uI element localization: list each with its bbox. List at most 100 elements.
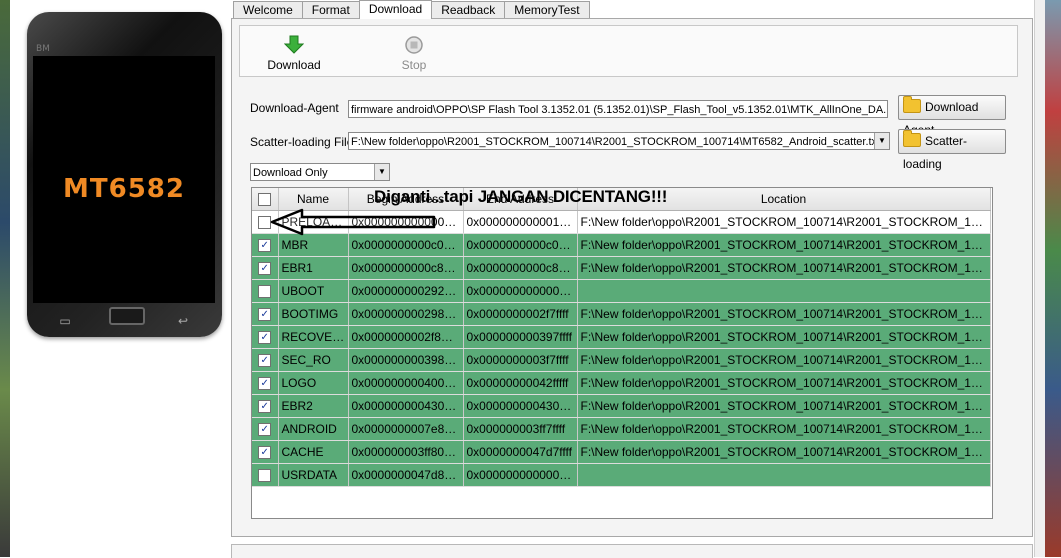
cell-begin-address: 0x0000000000c80000 — [348, 256, 464, 280]
cell-location: F:\New folder\oppo\R2001_STOCKROM_100714… — [577, 325, 991, 349]
checkbox-checked[interactable]: ✓ — [258, 377, 272, 391]
table-row[interactable]: ✓ EBR1 0x0000000000c80000 0x0000000000c801f… — [252, 256, 991, 280]
download-agent-field[interactable]: firmware android\OPPO\SP Flash Tool 3.13… — [348, 100, 888, 118]
phone-illustration: BM MT6582 ▭ ↩ — [27, 12, 222, 337]
cell-name: LOGO — [278, 371, 349, 395]
cell-begin-address: 0x000000003ff80000 — [348, 440, 464, 464]
download-agent-label: Download-Agent — [250, 101, 339, 115]
toolbar: Download Stop — [239, 25, 1018, 77]
table-row[interactable]: ✓ BOOTIMG 0x0000000002980000 0x0000000002f7… — [252, 302, 991, 326]
checkbox-checked[interactable]: ✓ — [258, 308, 272, 322]
desktop-left-edge — [0, 0, 10, 557]
cell-location: F:\New folder\oppo\R2001_STOCKROM_100714… — [577, 394, 991, 418]
download-button[interactable]: Download — [264, 35, 324, 72]
table-row[interactable]: ✓ CACHE 0x000000003ff80000 0x0000000047d7ff… — [252, 440, 991, 464]
cell-name: SEC_RO — [278, 348, 349, 372]
checkbox-unchecked[interactable] — [258, 285, 272, 299]
cell-end-address: 0x0000000047d7ffff — [463, 440, 578, 464]
tab-format[interactable]: Format — [301, 1, 360, 18]
download-agent-button[interactable]: Download Agent — [898, 95, 1006, 137]
checkbox-checked[interactable]: ✓ — [258, 331, 272, 345]
cell-end-address: 0x0000000000c801ff — [463, 256, 578, 280]
cell-name: BOOTIMG — [278, 302, 349, 326]
row-checkbox-cell[interactable]: ✓ — [252, 394, 279, 418]
download-panel: Download Stop Download-Agent firmware an… — [231, 18, 1033, 537]
cell-end-address: 0x0000000000000000 — [463, 279, 578, 303]
stop-label: Stop — [401, 58, 427, 72]
cell-name: ANDROID — [278, 417, 349, 441]
row-checkbox-cell[interactable]: ✓ — [252, 371, 279, 395]
menu-icon: ▭ — [59, 314, 71, 328]
cell-location: F:\New folder\oppo\R2001_STOCKROM_100714… — [577, 210, 991, 234]
cell-location: F:\New folder\oppo\R2001_STOCKROM_100714… — [577, 440, 991, 464]
cell-end-address: 0x0000000000000000 — [463, 463, 578, 487]
row-checkbox-cell[interactable]: ✓ — [252, 302, 279, 326]
checkbox-checked[interactable]: ✓ — [258, 354, 272, 368]
row-checkbox-cell[interactable]: ✓ — [252, 417, 279, 441]
cell-location: F:\New folder\oppo\R2001_STOCKROM_100714… — [577, 348, 991, 372]
back-icon: ↩ — [177, 314, 189, 328]
phone-brand: BM — [36, 44, 50, 54]
scatter-loading-button[interactable]: Scatter-loading — [898, 129, 1006, 171]
stop-button[interactable]: Stop — [384, 35, 444, 72]
scatter-loading-value: F:\New folder\oppo\R2001_STOCKROM_100714… — [351, 136, 881, 148]
cell-location: F:\New folder\oppo\R2001_STOCKROM_100714… — [577, 256, 991, 280]
cell-end-address: 0x000000000397ffff — [463, 325, 578, 349]
table-row[interactable]: UBOOT 0x0000000002920000 0x000000000000000… — [252, 279, 991, 303]
phone-model-label: MT6582 — [63, 174, 185, 204]
download-label: Download — [267, 58, 321, 72]
checkbox-checked[interactable]: ✓ — [258, 400, 272, 414]
cell-begin-address: 0x0000000007e80000 — [348, 417, 464, 441]
table-row[interactable]: ✓ LOGO 0x0000000004000000 0x00000000042ffff… — [252, 371, 991, 395]
annotation-arrow-icon — [270, 208, 436, 236]
checkbox-checked[interactable]: ✓ — [258, 423, 272, 437]
row-checkbox-cell[interactable]: ✓ — [252, 348, 279, 372]
cell-begin-address: 0x0000000004000000 — [348, 371, 464, 395]
folder-icon — [903, 96, 921, 113]
home-button-icon — [109, 307, 145, 325]
cell-end-address: 0x00000000042fffff — [463, 371, 578, 395]
chevron-down-icon[interactable]: ▼ — [874, 133, 889, 149]
tab-download[interactable]: Download — [358, 0, 433, 19]
tab-readback[interactable]: Readback — [431, 1, 506, 18]
checkbox-unchecked[interactable] — [258, 469, 272, 483]
tab-memorytest[interactable]: MemoryTest — [504, 1, 590, 18]
desktop-right-edge — [1045, 0, 1061, 557]
select-all-checkbox[interactable] — [258, 193, 272, 207]
tab-welcome[interactable]: Welcome — [233, 1, 303, 18]
row-checkbox-cell[interactable] — [252, 279, 279, 303]
download-mode-select[interactable]: Download Only ▼ — [250, 163, 390, 181]
scatter-loading-dropdown[interactable]: F:\New folder\oppo\R2001_STOCKROM_100714… — [348, 132, 890, 150]
cell-name: USRDATA — [278, 463, 349, 487]
table-row[interactable]: ✓ RECOVERY 0x0000000002f80000 0x00000000039… — [252, 325, 991, 349]
table-row[interactable]: ✓ EBR2 0x0000000004300000 0x00000000043001f… — [252, 394, 991, 418]
row-checkbox-cell[interactable]: ✓ — [252, 256, 279, 280]
row-checkbox-cell[interactable] — [252, 463, 279, 487]
cell-location: F:\New folder\oppo\R2001_STOCKROM_100714… — [577, 233, 991, 257]
folder-icon — [903, 130, 921, 147]
cell-begin-address: 0x0000000002920000 — [348, 279, 464, 303]
download-mode-value: Download Only — [253, 167, 328, 179]
cell-end-address: 0x000000000001b86f — [463, 210, 578, 234]
annotation-text: Diganti...tapi JANGAN DICENTANG!!! — [374, 187, 668, 206]
cell-begin-address: 0x0000000047d80000 — [348, 463, 464, 487]
cell-name: RECOVERY — [278, 325, 349, 349]
checkbox-checked[interactable]: ✓ — [258, 239, 272, 253]
table-row[interactable]: ✓ ANDROID 0x0000000007e80000 0x000000003ff7… — [252, 417, 991, 441]
cell-name: UBOOT — [278, 279, 349, 303]
cell-name: EBR1 — [278, 256, 349, 280]
cell-location: F:\New folder\oppo\R2001_STOCKROM_100714… — [577, 371, 991, 395]
cell-location: F:\New folder\oppo\R2001_STOCKROM_100714… — [577, 417, 991, 441]
table-row[interactable]: ✓ SEC_RO 0x0000000003980000 0x0000000003f7f… — [252, 348, 991, 372]
cell-end-address: 0x00000000043001ff — [463, 394, 578, 418]
chevron-down-icon[interactable]: ▼ — [374, 164, 389, 180]
download-arrow-icon — [284, 35, 304, 54]
row-checkbox-cell[interactable]: ✓ — [252, 325, 279, 349]
cell-name: CACHE — [278, 440, 349, 464]
table-row[interactable]: USRDATA 0x0000000047d80000 0x0000000000000… — [252, 463, 991, 487]
row-checkbox-cell[interactable]: ✓ — [252, 440, 279, 464]
cell-end-address: 0x000000003ff7ffff — [463, 417, 578, 441]
checkbox-checked[interactable]: ✓ — [258, 446, 272, 460]
checkbox-checked[interactable]: ✓ — [258, 262, 272, 276]
cell-end-address: 0x0000000002f7ffff — [463, 302, 578, 326]
